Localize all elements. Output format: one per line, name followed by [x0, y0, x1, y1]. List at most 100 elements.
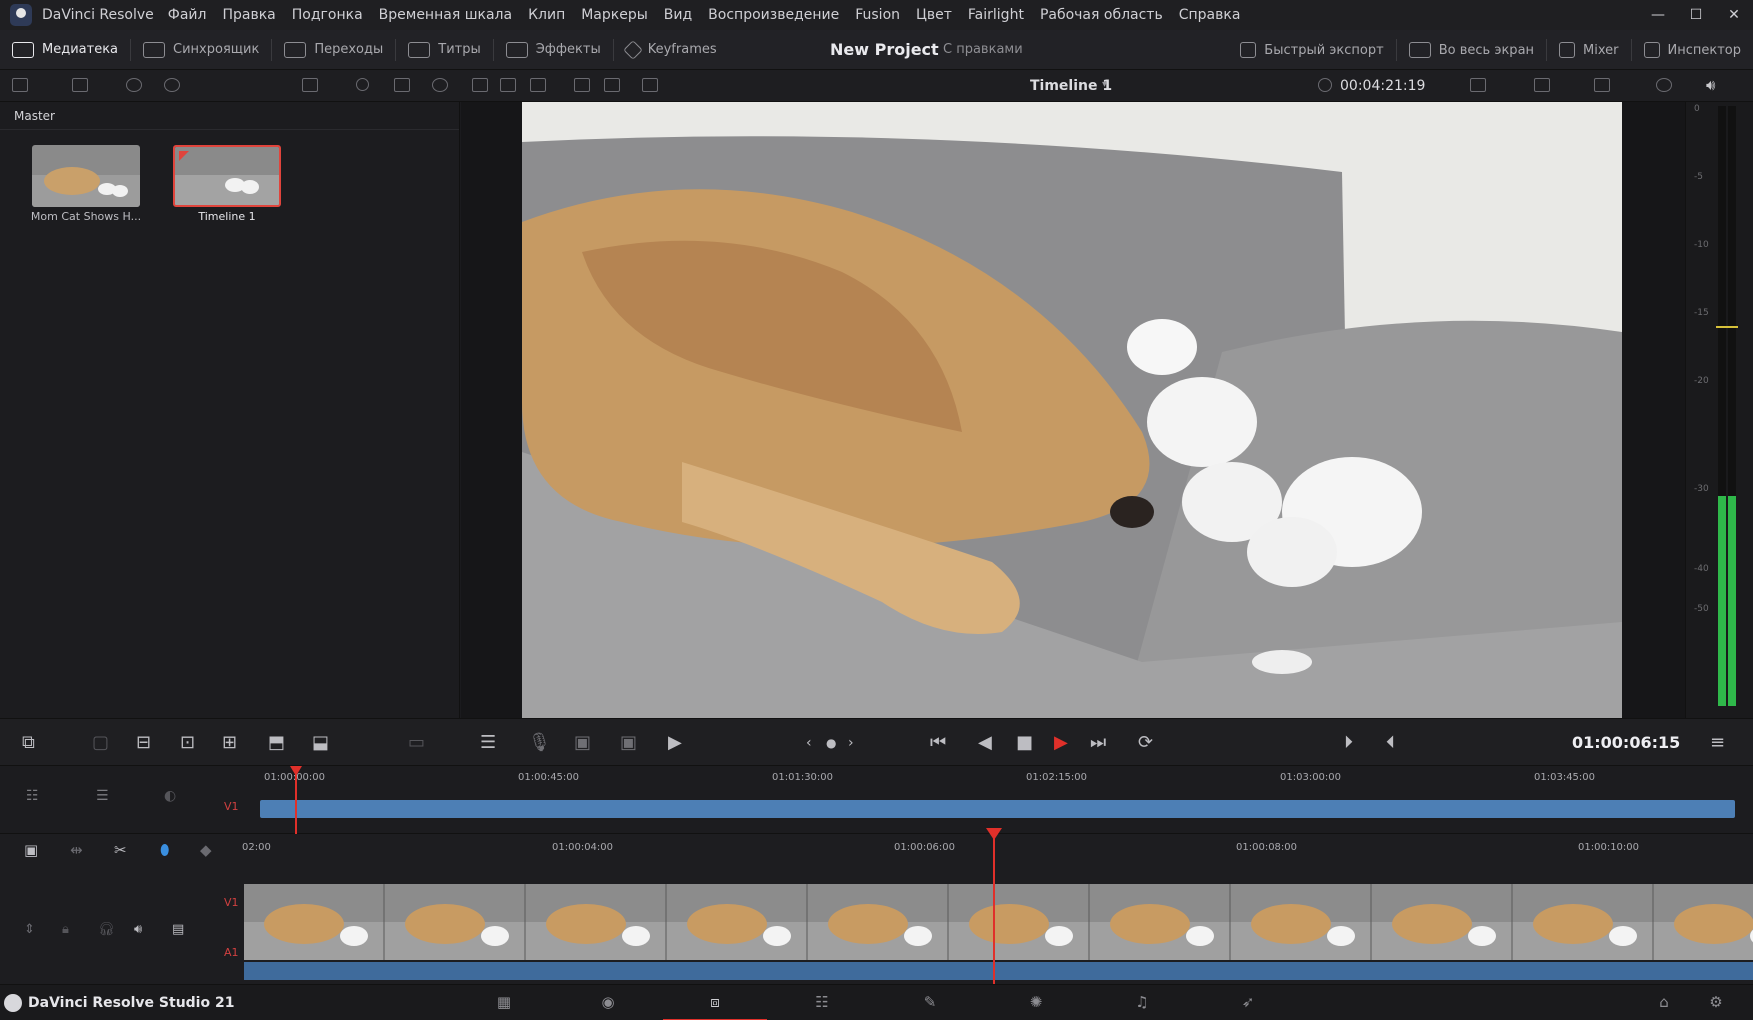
media-pool-button[interactable]: Медиатека — [0, 30, 130, 70]
single-viewer-icon[interactable] — [472, 78, 488, 92]
effects-button[interactable]: Эффекты — [494, 30, 613, 70]
chevron-down-icon[interactable]: ▾ — [1102, 79, 1107, 90]
marker-diamond-icon[interactable]: ◆ — [200, 840, 212, 860]
video-clip-filmstrip[interactable] — [244, 884, 1753, 960]
menu-help[interactable]: Справка — [1171, 0, 1249, 30]
sync-bin-button[interactable]: Синхроящик — [131, 30, 271, 70]
minimize-button[interactable]: — — [1639, 7, 1677, 23]
deliver-page-icon[interactable]: ➶ — [1238, 993, 1258, 1011]
go-to-start-icon[interactable]: ⏮ — [930, 733, 946, 753]
sync-icon[interactable] — [642, 78, 658, 92]
unlink-icon[interactable] — [164, 78, 180, 92]
marker-dot-icon[interactable]: ● — [826, 733, 836, 753]
lock-icon[interactable]: 🔒︎ — [62, 920, 69, 940]
timeline-thumbnail[interactable] — [173, 145, 281, 207]
source-overwrite-icon[interactable]: ▭ — [408, 733, 425, 753]
settings-gear-icon[interactable]: ⚙ — [1706, 993, 1726, 1011]
roi-add-icon[interactable]: ▣ — [620, 733, 637, 753]
play-icon[interactable]: ▶ — [1054, 733, 1068, 753]
menu-fusion[interactable]: Fusion — [847, 0, 908, 30]
menu-file[interactable]: Файл — [160, 0, 215, 30]
layout-icon[interactable] — [574, 78, 590, 92]
video-frame[interactable] — [522, 102, 1622, 718]
layout-alt-icon[interactable] — [604, 78, 620, 92]
relink-icon[interactable] — [126, 78, 142, 92]
stop-icon[interactable]: ■ — [1016, 733, 1033, 753]
panel-toggle-icon[interactable] — [12, 78, 28, 92]
trim-icon[interactable]: ⇹ — [70, 840, 83, 860]
menu-edit[interactable]: Правка — [214, 0, 283, 30]
film-icon[interactable]: ▤ — [172, 920, 184, 940]
menu-clip[interactable]: Клип — [520, 0, 573, 30]
quick-export-button[interactable]: Быстрый экспорт — [1228, 30, 1395, 70]
menu-view[interactable]: Вид — [656, 0, 700, 30]
options-menu-icon[interactable]: ≡ — [1710, 733, 1725, 753]
next-marker-icon[interactable]: › — [848, 733, 854, 753]
lower-playhead[interactable] — [993, 834, 995, 984]
play-around-icon[interactable]: ▶ — [668, 733, 682, 753]
mixer-button[interactable]: Mixer — [1547, 30, 1630, 70]
play-reverse-icon[interactable]: ◀ — [978, 733, 992, 753]
menu-playback[interactable]: Воспроизведение — [700, 0, 847, 30]
menu-markers[interactable]: Маркеры — [573, 0, 656, 30]
upper-playhead[interactable] — [295, 772, 297, 834]
roi-icon[interactable]: ▣ — [574, 733, 591, 753]
maximize-button[interactable]: ☐ — [1677, 7, 1715, 23]
previous-marker-icon[interactable]: ‹ — [806, 733, 812, 753]
keyframes-button[interactable]: Keyframes — [614, 30, 729, 70]
edit-page-tab[interactable]: ⧈ — [663, 985, 767, 1020]
color-page-icon[interactable]: ✎ — [920, 993, 940, 1011]
loop-icon[interactable]: ⟳ — [1138, 733, 1153, 753]
search-icon[interactable] — [356, 78, 369, 91]
replace-icon[interactable]: ⊡ — [180, 733, 195, 753]
titles-button[interactable]: Титры — [396, 30, 492, 70]
dual-viewer-icon[interactable] — [500, 78, 516, 92]
razor-icon[interactable]: ✂ — [114, 840, 127, 860]
expand-icon[interactable]: ⇕ — [24, 920, 35, 940]
speaker-icon[interactable]: 🔊︎ — [1706, 76, 1715, 94]
color-wheel-icon[interactable] — [1656, 78, 1672, 92]
home-icon[interactable]: ⌂ — [1654, 993, 1674, 1011]
track-lock-icon[interactable]: ◐ — [164, 786, 176, 806]
fairlight-page-icon[interactable]: ✺ — [1026, 993, 1046, 1011]
inspector-button[interactable]: Инспектор — [1632, 30, 1753, 70]
audio-clip-waveform[interactable] — [244, 962, 1753, 980]
go-to-end-icon[interactable]: ⏭ — [1090, 733, 1106, 753]
place-on-top-icon[interactable]: ⬒ — [268, 733, 285, 753]
menu-color[interactable]: Цвет — [908, 0, 960, 30]
overwrite-icon[interactable]: ⊟ — [136, 733, 151, 753]
flag-icon[interactable]: ⬮ — [160, 840, 169, 860]
safe-area-icon[interactable] — [1534, 78, 1550, 92]
cinema-viewer-icon[interactable] — [530, 78, 546, 92]
mark-in-icon[interactable]: ⏵ — [1344, 733, 1353, 753]
fusion-page-icon[interactable]: ☷ — [812, 993, 832, 1011]
menu-fairlight[interactable]: Fairlight — [960, 0, 1032, 30]
refresh-icon[interactable] — [432, 78, 448, 92]
import-icon[interactable] — [72, 78, 88, 92]
edit-mode-icon[interactable]: ⧉ — [22, 733, 35, 753]
media-page-icon[interactable]: ▦ — [494, 993, 514, 1011]
settings-sliders-icon[interactable]: ☰ — [480, 733, 496, 753]
microphone-icon[interactable]: 🎙︎ — [528, 733, 551, 753]
grid-view-icon[interactable] — [302, 78, 318, 92]
marker-icon[interactable]: ▢ — [92, 733, 109, 753]
headphones-icon[interactable]: 🎧︎ — [98, 920, 115, 940]
cut-page-icon[interactable]: ◉ — [598, 993, 618, 1011]
upper-timeline-clip[interactable] — [260, 800, 1735, 818]
track-height-icon[interactable]: ☰ — [96, 786, 109, 806]
fit-to-fill-icon[interactable]: ⊞ — [222, 733, 237, 753]
timeline-view-icon[interactable]: ▣ — [24, 840, 38, 860]
timeline-selector[interactable]: Timeline 1 — [1030, 70, 1112, 102]
menu-timeline[interactable]: Временная шкала — [371, 0, 520, 30]
ripple-icon[interactable]: ⬓ — [312, 733, 329, 753]
volume-icon[interactable]: 🔊︎ — [134, 920, 142, 940]
menu-workspace[interactable]: Рабочая область — [1032, 0, 1171, 30]
close-button[interactable]: ✕ — [1715, 7, 1753, 23]
clip-thumbnail[interactable] — [32, 145, 140, 207]
track-options-icon[interactable]: ☷ — [26, 786, 39, 806]
fullscreen-button[interactable]: Во весь экран — [1397, 30, 1546, 70]
transitions-button[interactable]: Переходы — [272, 30, 395, 70]
viewer-zoom-icon[interactable] — [1470, 78, 1486, 92]
music-page-icon[interactable]: ♫ — [1132, 993, 1152, 1011]
output-icon[interactable] — [1594, 78, 1610, 92]
